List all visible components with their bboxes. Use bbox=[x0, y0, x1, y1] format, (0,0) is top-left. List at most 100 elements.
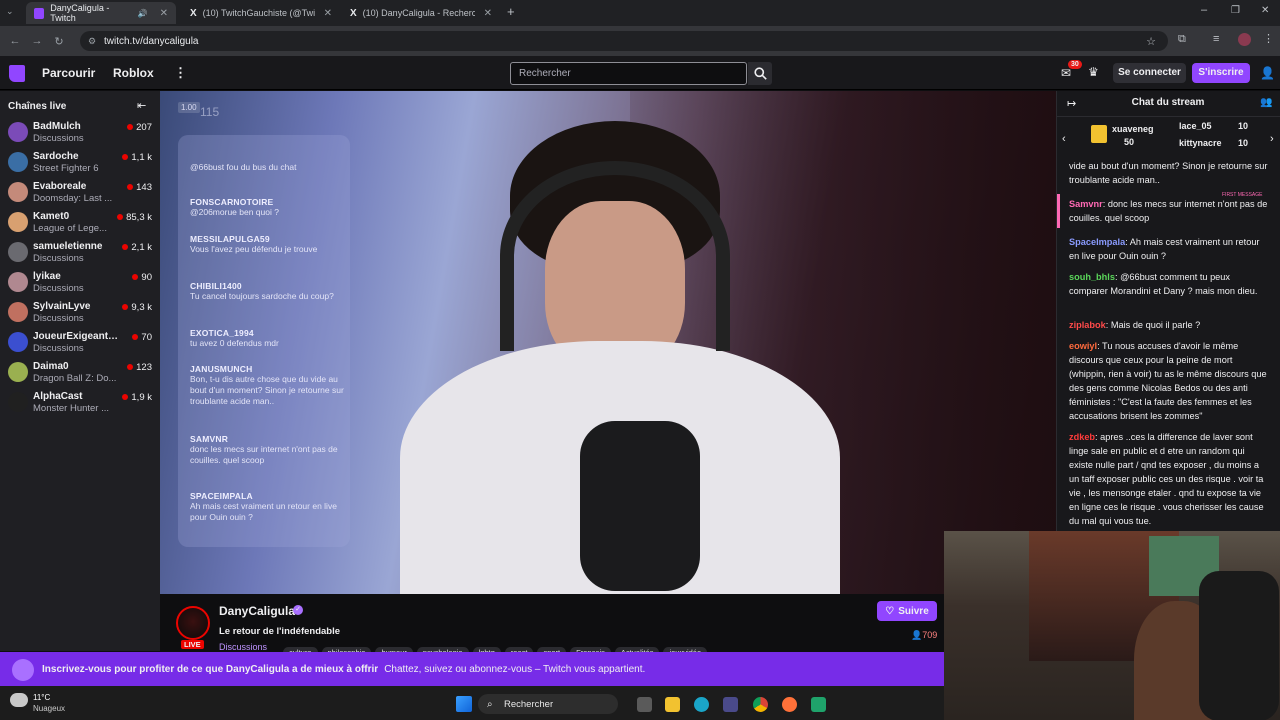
bookmark-star-icon[interactable]: ☆ bbox=[1146, 35, 1156, 48]
stream-category[interactable]: Discussions bbox=[219, 642, 267, 652]
gifter-next-icon[interactable]: › bbox=[1270, 133, 1274, 145]
sidebar-channel-item[interactable]: AlphaCast Monster Hunter ... 1,9 k bbox=[0, 388, 160, 418]
chat-users-icon[interactable]: 👥 bbox=[1260, 97, 1272, 108]
channel-avatar[interactable] bbox=[176, 606, 210, 640]
task-view-icon[interactable] bbox=[637, 697, 652, 712]
sidebar-channel-game: Discussions bbox=[33, 283, 84, 294]
tab-close-icon[interactable]: ✕ bbox=[324, 8, 332, 19]
browser-tab-x-2[interactable]: X (10) DanyCaligula - Recherche … ✕ bbox=[342, 2, 500, 24]
sidebar-channel-game: Discussions bbox=[33, 343, 84, 354]
chat-username[interactable]: SpaceImpala bbox=[1069, 237, 1125, 247]
sidebar-channel-item[interactable]: Kamet0 League of Lege... 85,3 k bbox=[0, 208, 160, 238]
gifter-name[interactable]: kittynacre bbox=[1179, 138, 1222, 148]
browser-menu-icon[interactable]: ⋮ bbox=[1263, 32, 1274, 45]
file-explorer-icon[interactable] bbox=[665, 697, 680, 712]
first-message-highlight bbox=[1057, 194, 1060, 228]
weather-icon bbox=[10, 693, 28, 707]
nav-browse-link[interactable]: Parcourir bbox=[42, 66, 95, 80]
verified-icon: ✓ bbox=[293, 605, 303, 615]
stream-title: Le retour de l'indéfendable bbox=[219, 626, 341, 637]
store-icon[interactable] bbox=[723, 697, 738, 712]
viewers-icon: 👤 bbox=[911, 630, 923, 640]
speaker-icon[interactable]: 🔊 bbox=[138, 9, 148, 18]
tab-list-dropdown-icon[interactable]: ⌄ bbox=[6, 6, 14, 17]
gifter-prev-icon[interactable]: ‹ bbox=[1062, 133, 1066, 145]
extensions-icon[interactable]: ⧉ bbox=[1178, 33, 1186, 46]
chat-username[interactable]: souh_bhls bbox=[1069, 272, 1115, 282]
browser-tab-twitch[interactable]: DanyCaligula - Twitch 🔊 ✕ bbox=[26, 2, 176, 24]
chat-username[interactable]: eowiyl bbox=[1069, 341, 1097, 351]
sidebar-channel-item[interactable]: Evaboreale Doomsday: Last ... 143 bbox=[0, 178, 160, 208]
minimize-icon[interactable]: – bbox=[1201, 4, 1207, 16]
user-menu-icon[interactable]: 👤 bbox=[1260, 66, 1275, 80]
signup-banner[interactable]: Inscrivez-vous pour profiter de ce que D… bbox=[0, 652, 944, 686]
overlay-chat-message: @66bust fou du bus du chat bbox=[190, 162, 345, 173]
more-options-icon[interactable]: ⋮ bbox=[174, 65, 187, 81]
nav-game-link[interactable]: Roblox bbox=[113, 66, 154, 80]
back-icon[interactable]: ← bbox=[4, 35, 26, 47]
chat-message: SpaceImpala: Ah mais cest vraiment un re… bbox=[1069, 237, 1260, 261]
sidebar-channel-item[interactable]: samueletienne Discussions 2,1 k bbox=[0, 238, 160, 268]
sidebar-channel-item[interactable]: lyikae Discussions 90 bbox=[0, 268, 160, 298]
reload-icon[interactable]: ↻ bbox=[48, 35, 70, 48]
sidebar-channel-item[interactable]: JoueurExigeantLi... Discussions 70 bbox=[0, 328, 160, 358]
sidebar-channel-item[interactable]: Sardoche Street Fighter 6 1,1 k bbox=[0, 148, 160, 178]
glitch-mascot-icon bbox=[12, 659, 34, 681]
chat-username[interactable]: Samvnr bbox=[1069, 199, 1103, 209]
sidebar-title: Chaînes live bbox=[8, 101, 67, 112]
sidebar-channel-game: League of Lege... bbox=[33, 223, 107, 234]
chrome-icon[interactable] bbox=[753, 697, 768, 712]
login-button[interactable]: Se connecter bbox=[1113, 63, 1186, 83]
headphones bbox=[500, 161, 730, 351]
tab-close-icon[interactable]: ✕ bbox=[484, 8, 492, 19]
gift-icon bbox=[1091, 125, 1107, 143]
maximize-icon[interactable]: ❐ bbox=[1231, 5, 1240, 16]
sidebar-channel-item[interactable]: BadMulch Discussions 207 bbox=[0, 118, 160, 148]
twitch-favicon-icon bbox=[34, 7, 45, 19]
channel-avatar bbox=[8, 302, 28, 322]
overlay-chat-user: JANUSMUNCH bbox=[190, 364, 253, 374]
follow-button[interactable]: ♡ Suivre bbox=[877, 601, 937, 621]
chat-text: vide au bout d'un moment? Sinon je retou… bbox=[1069, 161, 1268, 185]
tab-close-icon[interactable]: ✕ bbox=[160, 8, 168, 19]
collapse-sidebar-icon[interactable]: ⇤ bbox=[137, 99, 146, 112]
microphone bbox=[580, 421, 700, 591]
chat-username[interactable]: ziplabok bbox=[1069, 320, 1106, 330]
browser-tab-x-1[interactable]: X (10) TwitchGauchiste (@Twitch… ✕ bbox=[182, 2, 340, 24]
windows-start-icon[interactable] bbox=[456, 696, 472, 712]
collapse-chat-icon[interactable]: ↦ bbox=[1067, 97, 1076, 110]
site-info-icon[interactable]: ⚙ bbox=[88, 36, 96, 47]
taskbar-search[interactable]: ⌕ Rechercher bbox=[478, 694, 618, 714]
edge-icon[interactable] bbox=[694, 697, 709, 712]
chat-title: Chat du stream bbox=[1056, 91, 1280, 117]
channel-avatar bbox=[8, 212, 28, 232]
heart-icon: ♡ bbox=[885, 605, 895, 617]
window-close-icon[interactable]: ✕ bbox=[1261, 5, 1269, 16]
live-dot-icon bbox=[127, 364, 134, 370]
app-icon[interactable] bbox=[811, 697, 826, 712]
channel-avatar bbox=[8, 332, 28, 352]
live-dot-icon bbox=[127, 124, 134, 130]
channel-name[interactable]: DanyCaligula bbox=[219, 604, 295, 618]
search-input[interactable]: Rechercher bbox=[510, 62, 747, 85]
new-tab-icon[interactable]: + bbox=[507, 4, 515, 19]
chat-username[interactable]: zdkeb bbox=[1069, 432, 1095, 442]
sidebar-channel-item[interactable]: Daima0 Dragon Ball Z: Do... 123 bbox=[0, 358, 160, 388]
forward-icon[interactable]: → bbox=[26, 35, 48, 47]
firefox-icon[interactable] bbox=[782, 697, 797, 712]
sidebar-channel-viewers: 143 bbox=[127, 182, 152, 193]
gifter-name[interactable]: xuaveneg bbox=[1112, 124, 1154, 134]
signup-button[interactable]: S'inscrire bbox=[1192, 63, 1250, 83]
sidebar-channel-game: Street Fighter 6 bbox=[33, 163, 99, 174]
search-button[interactable] bbox=[748, 62, 772, 85]
sidebar-channel-game: Discussions bbox=[33, 253, 84, 264]
profile-avatar-icon[interactable] bbox=[1238, 33, 1251, 46]
twitch-logo-icon[interactable] bbox=[9, 65, 25, 82]
url-field[interactable]: ⚙ twitch.tv/danycaligula ☆ bbox=[80, 31, 1168, 51]
media-control-icon[interactable]: ≡ bbox=[1213, 33, 1219, 45]
prime-crown-icon[interactable]: ♛ bbox=[1088, 65, 1099, 79]
sidebar-channel-item[interactable]: SylvainLyve Discussions 9,3 k bbox=[0, 298, 160, 328]
live-dot-icon bbox=[122, 244, 129, 250]
gifter-name[interactable]: lace_05 bbox=[1179, 121, 1212, 131]
x-favicon-icon: X bbox=[350, 7, 357, 19]
